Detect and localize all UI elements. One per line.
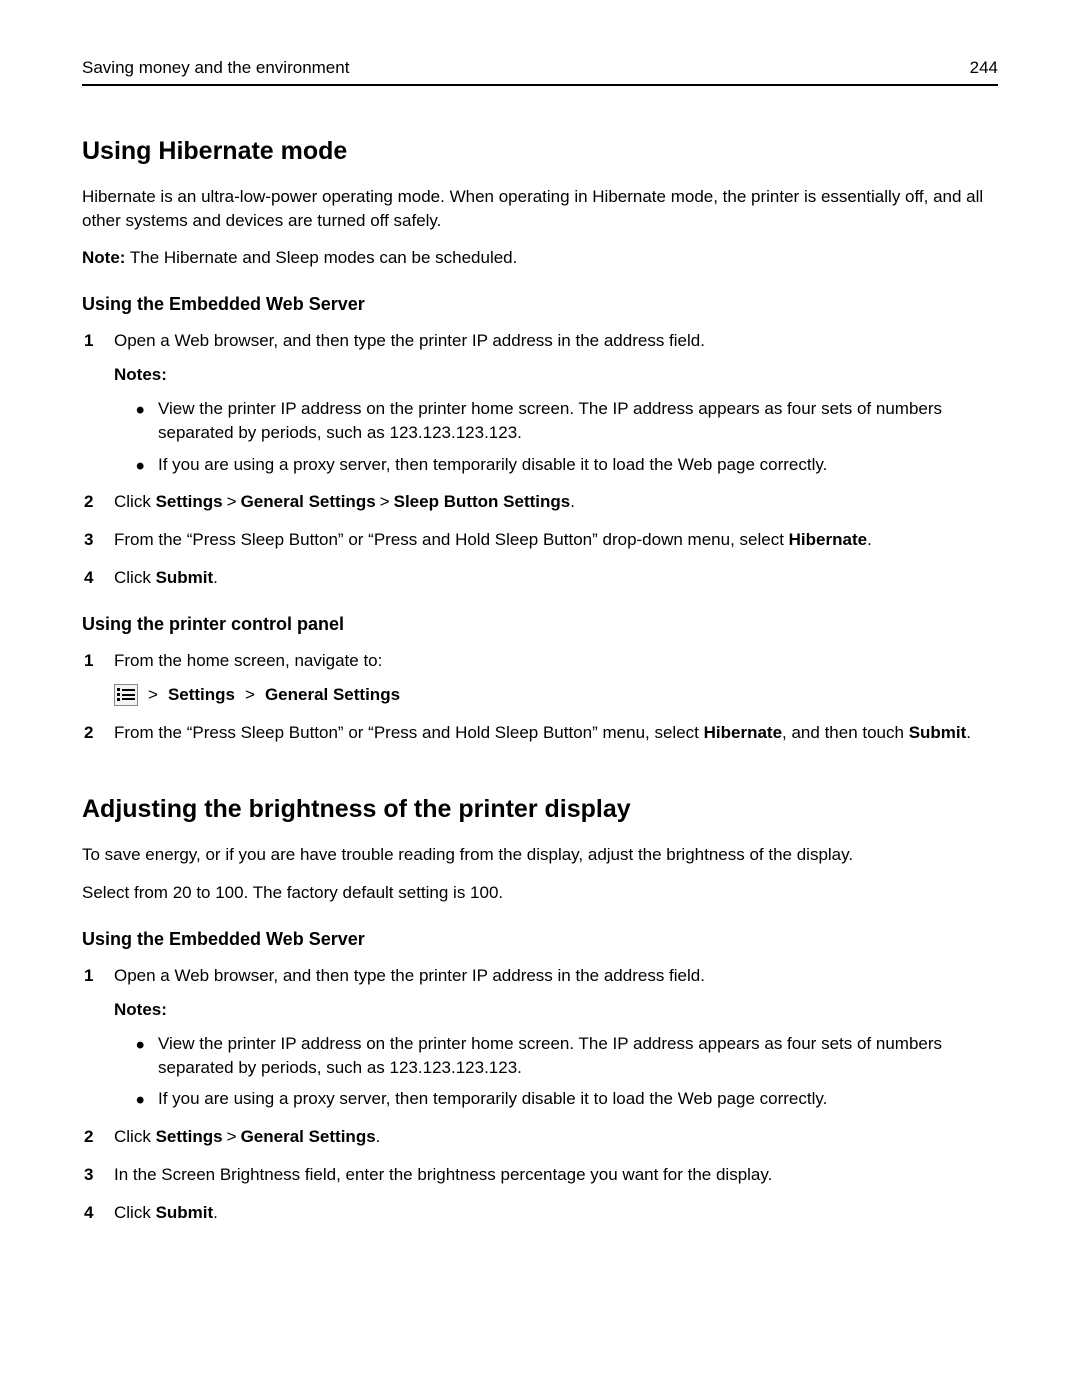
brightness-p1: To save energy, or if you are have troub… <box>82 843 998 867</box>
text: Click <box>114 568 156 587</box>
sub-embedded-web-server: Using the Embedded Web Server <box>82 292 998 317</box>
text: From the “Press Sleep Button” or “Press … <box>114 530 789 549</box>
submit-bold: Submit <box>156 1203 214 1222</box>
page-number: 244 <box>970 56 998 80</box>
chevron-icon: > <box>376 492 394 511</box>
sub-embedded-web-server-2: Using the Embedded Web Server <box>82 927 998 952</box>
text: Click <box>114 1203 156 1222</box>
note-bullet: If you are using a proxy server, then te… <box>136 1087 998 1111</box>
submit-bold: Submit <box>909 723 967 742</box>
note-bullet: View the printer IP address on the print… <box>136 1032 998 1080</box>
note-text: The Hibernate and Sleep modes can be sch… <box>125 248 517 267</box>
steps-ews-hibernate: Open a Web browser, and then type the pr… <box>82 329 998 589</box>
note-label: Note: <box>82 248 125 267</box>
notes-label: Notes: <box>114 363 998 387</box>
text: Click <box>114 1127 156 1146</box>
step-3: In the Screen Brightness field, enter th… <box>82 1163 998 1187</box>
hibernate-intro: Hibernate is an ultra-low-power operatin… <box>82 185 998 233</box>
menu-list-icon <box>114 684 138 706</box>
header-title: Saving money and the environment <box>82 56 349 80</box>
step-4: Click Submit. <box>82 566 998 590</box>
chevron-icon: > <box>223 492 241 511</box>
hibernate-bold: Hibernate <box>789 530 867 549</box>
step-text: Open a Web browser, and then type the pr… <box>114 331 705 350</box>
step-2: Click Settings>General Settings>Sleep Bu… <box>82 490 998 514</box>
note-bullet: View the printer IP address on the print… <box>136 397 998 445</box>
step-4: Click Submit. <box>82 1201 998 1225</box>
chevron-icon: > <box>241 683 259 707</box>
notes-list: View the printer IP address on the print… <box>136 397 998 476</box>
text: In the Screen Brightness field, enter th… <box>114 1165 772 1184</box>
settings-bold: Settings <box>168 683 235 707</box>
hibernate-bold: Hibernate <box>704 723 782 742</box>
section-brightness-title: Adjusting the brightness of the printer … <box>82 792 998 827</box>
text: , and then touch <box>782 723 909 742</box>
chevron-icon: > <box>223 1127 241 1146</box>
chevron-icon: > <box>144 683 162 707</box>
hibernate-note: Note: The Hibernate and Sleep modes can … <box>82 246 998 270</box>
submit-bold: Submit <box>156 568 214 587</box>
text: Click <box>114 492 156 511</box>
section-hibernate-title: Using Hibernate mode <box>82 134 998 169</box>
page-header: Saving money and the environment 244 <box>82 56 998 86</box>
step-2: From the “Press Sleep Button” or “Press … <box>82 721 998 745</box>
step-text: Open a Web browser, and then type the pr… <box>114 966 705 985</box>
step-3: From the “Press Sleep Button” or “Press … <box>82 528 998 552</box>
sleep-button-settings-bold: Sleep Button Settings <box>394 492 571 511</box>
step-text: From the home screen, navigate to: <box>114 651 382 670</box>
note-bullet: If you are using a proxy server, then te… <box>136 453 998 477</box>
step-1: Open a Web browser, and then type the pr… <box>82 964 998 1111</box>
steps-ews-brightness: Open a Web browser, and then type the pr… <box>82 964 998 1224</box>
step-2: Click Settings>General Settings. <box>82 1125 998 1149</box>
sub-printer-control-panel: Using the printer control panel <box>82 612 998 637</box>
general-settings-bold: General Settings <box>241 492 376 511</box>
settings-bold: Settings <box>156 492 223 511</box>
text: From the “Press Sleep Button” or “Press … <box>114 723 704 742</box>
general-settings-bold: General Settings <box>265 683 400 707</box>
notes-label: Notes: <box>114 998 998 1022</box>
notes-list: View the printer IP address on the print… <box>136 1032 998 1111</box>
step-1: From the home screen, navigate to: > Set… <box>82 649 998 707</box>
steps-panel-hibernate: From the home screen, navigate to: > Set… <box>82 649 998 744</box>
nav-path: > Settings > General Settings <box>114 683 998 707</box>
step-1: Open a Web browser, and then type the pr… <box>82 329 998 476</box>
brightness-p2: Select from 20 to 100. The factory defau… <box>82 881 998 905</box>
general-settings-bold: General Settings <box>241 1127 376 1146</box>
settings-bold: Settings <box>156 1127 223 1146</box>
